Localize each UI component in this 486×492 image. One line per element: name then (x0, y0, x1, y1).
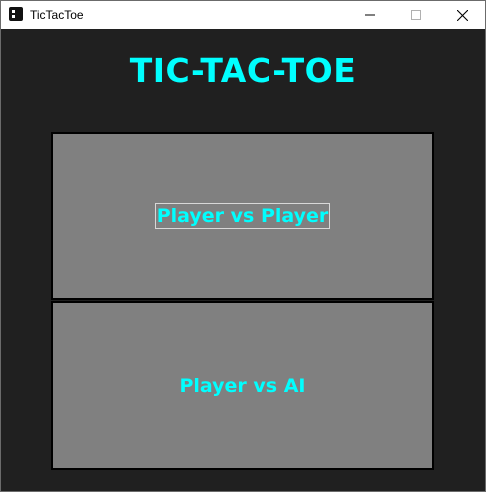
maximize-icon (411, 10, 421, 20)
app-window: TicTacToe TIC-TAC-TOE Player vs Player P… (0, 0, 486, 492)
game-title: TIC-TAC-TOE (129, 51, 357, 90)
player-vs-player-button[interactable]: Player vs Player (51, 132, 434, 300)
maximize-button[interactable] (393, 1, 439, 29)
minimize-icon (365, 14, 375, 16)
game-area: TIC-TAC-TOE Player vs Player Player vs A… (1, 29, 485, 491)
title-bar[interactable]: TicTacToe (1, 1, 485, 29)
player-vs-ai-label: Player vs AI (179, 374, 306, 397)
player-vs-player-label: Player vs Player (154, 203, 331, 229)
close-button[interactable] (439, 1, 485, 29)
minimize-button[interactable] (347, 1, 393, 29)
close-icon (456, 9, 468, 21)
player-vs-ai-button[interactable]: Player vs AI (51, 301, 434, 470)
window-title: TicTacToe (30, 8, 84, 22)
dice-icon (9, 7, 23, 21)
